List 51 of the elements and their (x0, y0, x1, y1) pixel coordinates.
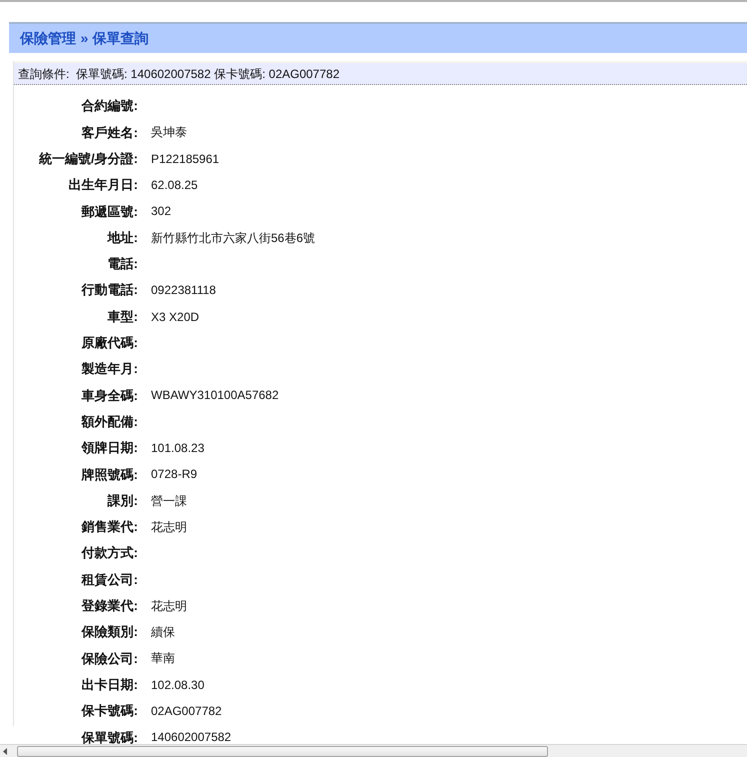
field-label: 課別: (106, 492, 138, 510)
field-label: 統一編號/身分證: (38, 150, 138, 168)
breadcrumb-section: 保險管理 (20, 30, 76, 46)
field-label: 原廠代碼: (80, 334, 138, 352)
query-text: 保單號碼: 140602007582 保卡號碼: 02AG007782 (76, 67, 340, 81)
field-value: 0922381118 (151, 282, 216, 300)
field-value: 花志明 (151, 598, 187, 615)
field-label: 出卡日期: (80, 676, 138, 694)
field-label: 地址: (106, 228, 138, 247)
field-value: WBAWY310100A57682 (151, 387, 279, 404)
left-arrow-icon[interactable] (3, 748, 8, 755)
field-label: 領牌日期: (80, 439, 138, 458)
field-label: 出生年月日: (68, 176, 138, 194)
query-label: 查詢條件: (18, 67, 70, 81)
field-value: P122185961 (151, 150, 220, 168)
field-value: 62.08.25 (151, 177, 198, 194)
field-label: 租賃公司: (80, 570, 138, 589)
field-label: 行動電話: (80, 281, 138, 300)
field-value: 302 (151, 203, 172, 220)
field-value: 續保 (151, 624, 175, 642)
field-value: 101.08.23 (151, 440, 204, 457)
field-value: X3 X20D (151, 308, 200, 326)
field-label: 保險類別: (80, 623, 138, 642)
field-label: 登錄業代: (80, 597, 138, 616)
horizontal-scrollbar[interactable] (0, 744, 747, 757)
field-value: 140602007582 (151, 729, 232, 746)
field-label: 額外配備: (80, 412, 138, 431)
field-value: 新竹縣竹北市六家八街56巷6號 (151, 230, 316, 247)
page-title: 保單查詢 (92, 30, 149, 46)
field-label: 車型: (106, 308, 138, 326)
field-label: 銷售業代: (80, 518, 138, 536)
field-label: 保險公司: (80, 650, 138, 668)
field-value: 0728-R9 (151, 466, 198, 484)
scrollbar-thumb[interactable] (17, 746, 548, 757)
field-label: 客戶姓名: (80, 124, 138, 142)
breadcrumb-separator: » (80, 30, 88, 46)
field-label: 車身全碼: (80, 386, 138, 405)
field-value: 102.08.30 (151, 676, 204, 694)
field-label: 保卡號碼: (80, 702, 138, 720)
field-label: 製造年月: (80, 360, 138, 378)
field-value: 華南 (151, 650, 175, 668)
field-label: 保單號碼: (80, 728, 138, 747)
field-label: 電話: (106, 255, 138, 274)
field-value: 營一課 (151, 492, 187, 510)
field-label: 付款方式: (80, 544, 138, 562)
field-label: 郵遞區號: (80, 202, 138, 221)
field-value: 吳坤泰 (151, 124, 187, 142)
field-label: 合約編號: (80, 97, 138, 116)
field-value: 02AG007782 (151, 702, 222, 720)
field-value: 花志明 (151, 518, 187, 536)
field-label: 牌照號碼: (80, 466, 138, 484)
